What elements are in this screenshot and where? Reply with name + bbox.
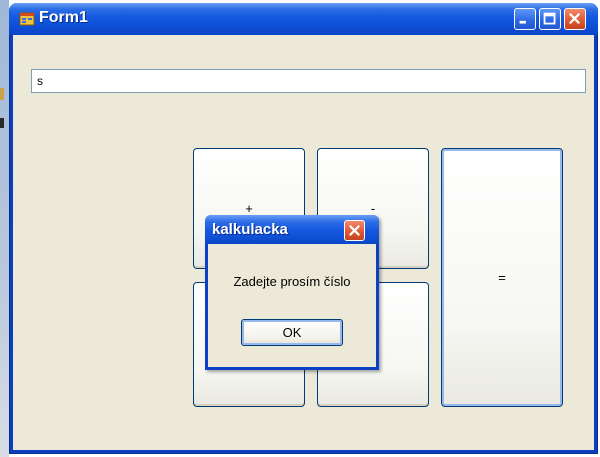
form-icon bbox=[19, 11, 35, 27]
desktop-mark bbox=[0, 88, 4, 100]
title-bar[interactable]: Form1 bbox=[9, 3, 598, 35]
close-button[interactable] bbox=[564, 8, 586, 30]
message-box: kalkulacka Zadejte prosím číslo OK bbox=[205, 215, 379, 370]
message-box-body: Zadejte prosím číslo OK bbox=[208, 244, 376, 367]
ok-button[interactable]: OK bbox=[241, 319, 343, 346]
message-box-title: kalkulacka bbox=[212, 221, 288, 238]
minimize-icon bbox=[519, 20, 526, 24]
number-input[interactable]: s bbox=[31, 69, 586, 93]
minimize-button[interactable] bbox=[514, 8, 536, 30]
message-box-title-bar[interactable]: kalkulacka bbox=[205, 215, 379, 244]
maximize-icon bbox=[543, 12, 556, 25]
close-icon bbox=[349, 225, 360, 236]
equals-button[interactable]: = bbox=[441, 148, 563, 407]
maximize-button[interactable] bbox=[539, 8, 561, 30]
desktop-edge bbox=[0, 0, 9, 457]
desktop-mark bbox=[0, 118, 4, 128]
close-icon bbox=[569, 13, 580, 24]
message-text: Zadejte prosím číslo bbox=[233, 274, 351, 289]
message-box-close-button[interactable] bbox=[344, 220, 365, 241]
window-title: Form1 bbox=[39, 9, 88, 26]
